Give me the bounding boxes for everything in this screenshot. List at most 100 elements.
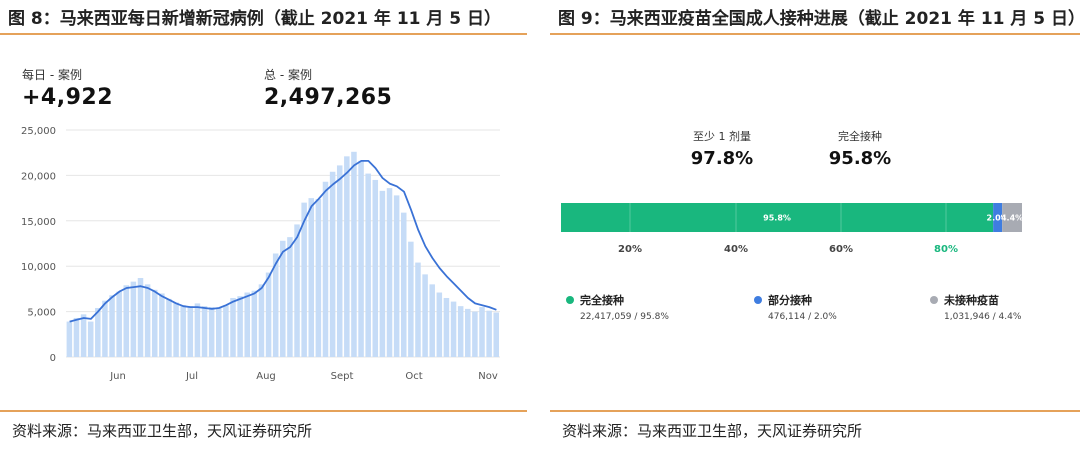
fully-vaccinated-label: 完全接种	[838, 130, 882, 143]
daily-cases-bar	[479, 307, 485, 357]
daily-cases-bar	[102, 300, 108, 357]
daily-cases-bar	[393, 195, 400, 357]
left-source: 资料来源：马来西亚卫生部，天风证券研究所	[12, 422, 313, 440]
daily-cases-bar	[265, 272, 272, 357]
legend-dot-fully	[566, 296, 574, 304]
x-tick-label: Aug	[256, 371, 276, 382]
daily-cases-bar	[315, 199, 322, 357]
fully-vaccinated-stat: 完全接种 95.8%	[818, 128, 902, 169]
daily-cases-bar	[208, 307, 215, 357]
daily-cases-bar	[344, 156, 350, 357]
daily-cases-bar	[244, 292, 250, 357]
legend-fully-vaccinated: 完全接种 22,417,059 / 95.8%	[566, 292, 669, 322]
daily-cases-bar	[472, 311, 478, 357]
right-top-rule	[550, 33, 1080, 35]
total-cases-value: 2,497,265	[264, 85, 393, 110]
daily-cases-bar	[493, 312, 499, 357]
daily-cases-bar	[365, 173, 371, 357]
daily-cases-bar	[123, 285, 130, 357]
daily-cases-bar	[429, 284, 435, 357]
daily-cases-bar	[151, 289, 158, 357]
daily-cases-bar	[358, 160, 364, 357]
daily-cases-bar	[144, 284, 151, 357]
at-least-one-dose-value: 97.8%	[690, 148, 754, 169]
total-cases-label: 总 - 案例	[264, 68, 312, 82]
daily-cases-bar	[336, 165, 343, 357]
legend-partially-vaccinated: 部分接种 476,114 / 2.0%	[754, 292, 837, 322]
y-tick-label: 0	[50, 353, 56, 364]
daily-cases-bar	[400, 212, 407, 357]
x-tick-label: Oct	[405, 371, 422, 382]
at-least-one-dose-stat: 至少 1 剂量 97.8%	[680, 128, 764, 169]
daily-cases-bar	[187, 306, 194, 357]
daily-cases-bar	[322, 181, 329, 357]
daily-cases-bar	[109, 295, 115, 357]
daily-cases-bar	[308, 198, 315, 357]
daily-cases-bar	[87, 321, 94, 357]
x-tick-label: 60%	[829, 244, 853, 255]
at-least-one-dose-label: 至少 1 剂量	[693, 130, 751, 143]
x-tick-label: 80%	[934, 244, 958, 255]
daily-cases-bar	[166, 298, 172, 357]
daily-cases-bar	[486, 310, 492, 357]
daily-cases-bar	[230, 297, 236, 357]
daily-cases-bar	[450, 301, 457, 357]
daily-cases-bar	[436, 292, 443, 357]
daily-cases-bar	[287, 237, 293, 357]
left-bottom-rule	[0, 410, 527, 412]
right-figure-title: 图 9：马来西亚疫苗全国成人接种进展（截止 2021 年 11 月 5 日）	[558, 9, 1080, 29]
x-tick-label: Nov	[478, 371, 498, 382]
left-top-rule	[0, 33, 527, 35]
legend-fully-detail: 22,417,059 / 95.8%	[580, 312, 669, 322]
fully-vaccinated-value: 95.8%	[828, 148, 892, 169]
y-tick-label: 10,000	[21, 262, 56, 273]
daily-cases-bar	[180, 305, 186, 357]
legend-partial-detail: 476,114 / 2.0%	[768, 312, 837, 322]
vaccination-progress-bar-chart: 95.8% 2.0%4.4%20% 40% 60% 80%	[561, 203, 1023, 255]
daily-cases-bar	[137, 278, 144, 357]
legend-unvaccinated-detail: 1,031,946 / 4.4%	[944, 312, 1022, 322]
daily-cases-bar	[251, 290, 258, 357]
daily-cases-stat: 每日 - 案例 +4,922	[22, 66, 113, 110]
daily-cases-bar	[258, 284, 265, 357]
daily-cases-value: +4,922	[22, 85, 114, 110]
daily-cases-bar	[223, 305, 229, 357]
legend-dot-unvaccinated	[930, 296, 938, 304]
daily-cases-bar	[130, 281, 137, 357]
daily-cases-bar	[66, 321, 73, 357]
x-tick-label: 40%	[724, 244, 748, 255]
segment-label: 4.4%	[1001, 214, 1023, 223]
daily-cases-bar	[443, 297, 450, 357]
x-tick-label: 20%	[618, 244, 642, 255]
daily-cases-bar	[201, 306, 208, 357]
daily-cases-bar	[408, 241, 414, 357]
daily-cases-bar	[422, 274, 428, 357]
daily-cases-bar	[351, 151, 357, 357]
legend-unvaccinated-label: 未接种疫苗	[944, 294, 999, 307]
right-bottom-rule	[550, 410, 1080, 412]
daily-cases-bar	[95, 307, 101, 357]
daily-cases-bar	[173, 302, 179, 357]
x-tick-label: Jul	[185, 371, 198, 382]
daily-cases-bar	[216, 307, 222, 357]
y-tick-label: 20,000	[21, 171, 56, 182]
y-tick-label: 15,000	[21, 217, 56, 228]
daily-cases-chart: 0 5,000 10,000 15,000 20,000 25,000 Jun Jul Aug S…	[21, 126, 500, 382]
legend-dot-partial	[754, 296, 762, 304]
daily-cases-bar	[280, 240, 286, 357]
right-source: 资料来源：马来西亚卫生部，天风证券研究所	[562, 422, 863, 440]
daily-cases-bar	[386, 188, 393, 357]
y-tick-label: 25,000	[21, 126, 56, 137]
left-figure-title: 图 8：马来西亚每日新增新冠病例（截止 2021 年 11 月 5 日）	[8, 9, 502, 29]
y-tick-label: 5,000	[27, 308, 56, 319]
daily-cases-bar	[237, 296, 243, 357]
legend-unvaccinated: 未接种疫苗 1,031,946 / 4.4%	[930, 292, 1021, 322]
daily-cases-bar	[80, 314, 87, 357]
x-tick-label: Jun	[109, 371, 126, 382]
segment-label: 95.8%	[763, 214, 791, 223]
daily-cases-bar	[457, 306, 464, 357]
legend-partial-label: 部分接种	[768, 294, 812, 307]
daily-cases-label: 每日 - 案例	[22, 68, 82, 82]
right-panel: 图 9：马来西亚疫苗全国成人接种进展（截止 2021 年 11 月 5 日） 至…	[550, 0, 1080, 449]
daily-cases-bar	[379, 190, 386, 357]
